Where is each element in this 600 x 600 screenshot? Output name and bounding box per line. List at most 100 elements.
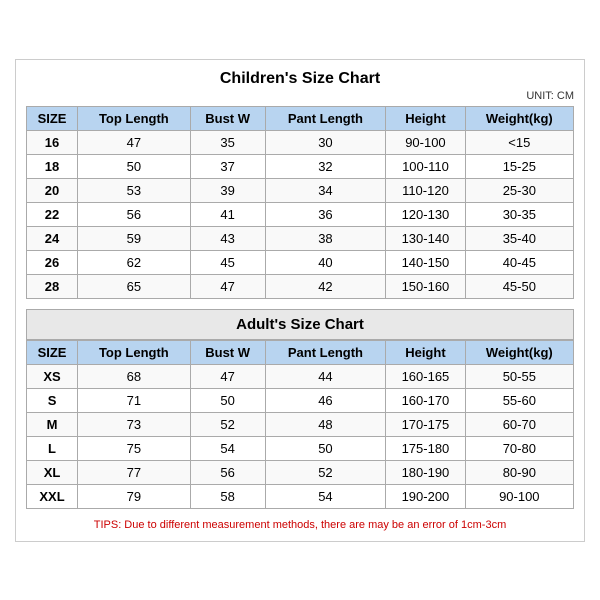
data-cell: 43 (190, 226, 265, 250)
size-cell: 26 (27, 250, 78, 274)
data-cell: 77 (78, 460, 191, 484)
data-cell: <15 (465, 130, 573, 154)
data-cell: 47 (78, 130, 191, 154)
adult-col-top-length: Top Length (78, 340, 191, 364)
data-cell: 52 (265, 460, 386, 484)
data-cell: 36 (265, 202, 386, 226)
data-cell: 100-110 (386, 154, 465, 178)
adult-table-body: XS684744160-16550-55S715046160-17055-60M… (27, 364, 574, 508)
data-cell: 70-80 (465, 436, 573, 460)
adult-header-row: SIZETop LengthBust WPant LengthHeightWei… (27, 340, 574, 364)
data-cell: 15-25 (465, 154, 573, 178)
data-cell: 47 (190, 364, 265, 388)
data-cell: 53 (78, 178, 191, 202)
size-cell: 18 (27, 154, 78, 178)
data-cell: 54 (265, 484, 386, 508)
table-row: 26624540140-15040-45 (27, 250, 574, 274)
table-row: XXL795854190-20090-100 (27, 484, 574, 508)
data-cell: 190-200 (386, 484, 465, 508)
table-row: 28654742150-16045-50 (27, 274, 574, 298)
data-cell: 150-160 (386, 274, 465, 298)
data-cell: 40-45 (465, 250, 573, 274)
children-header-row: SIZETop LengthBust WPant LengthHeightWei… (27, 106, 574, 130)
data-cell: 50 (190, 388, 265, 412)
size-cell: 28 (27, 274, 78, 298)
data-cell: 58 (190, 484, 265, 508)
data-cell: 90-100 (386, 130, 465, 154)
data-cell: 45 (190, 250, 265, 274)
children-col-bust-w: Bust W (190, 106, 265, 130)
size-cell: 20 (27, 178, 78, 202)
tips-text: TIPS: Due to different measurement metho… (26, 519, 574, 531)
adult-col-bust-w: Bust W (190, 340, 265, 364)
children-size-table: SIZETop LengthBust WPant LengthHeightWei… (26, 106, 574, 299)
data-cell: 37 (190, 154, 265, 178)
data-cell: 42 (265, 274, 386, 298)
table-row: 22564136120-13030-35 (27, 202, 574, 226)
table-row: S715046160-17055-60 (27, 388, 574, 412)
children-table-header: SIZETop LengthBust WPant LengthHeightWei… (27, 106, 574, 130)
children-chart-title: Children's Size Chart (26, 70, 574, 88)
data-cell: 130-140 (386, 226, 465, 250)
data-cell: 44 (265, 364, 386, 388)
data-cell: 40 (265, 250, 386, 274)
data-cell: 110-120 (386, 178, 465, 202)
data-cell: 54 (190, 436, 265, 460)
data-cell: 160-170 (386, 388, 465, 412)
data-cell: 120-130 (386, 202, 465, 226)
data-cell: 50-55 (465, 364, 573, 388)
size-cell: S (27, 388, 78, 412)
data-cell: 45-50 (465, 274, 573, 298)
data-cell: 35-40 (465, 226, 573, 250)
data-cell: 60-70 (465, 412, 573, 436)
data-cell: 68 (78, 364, 191, 388)
table-row: L755450175-18070-80 (27, 436, 574, 460)
size-cell: 16 (27, 130, 78, 154)
data-cell: 75 (78, 436, 191, 460)
data-cell: 38 (265, 226, 386, 250)
size-cell: 22 (27, 202, 78, 226)
data-cell: 55-60 (465, 388, 573, 412)
data-cell: 30 (265, 130, 386, 154)
data-cell: 160-165 (386, 364, 465, 388)
data-cell: 71 (78, 388, 191, 412)
adult-size-table: SIZETop LengthBust WPant LengthHeightWei… (26, 340, 574, 509)
children-col-height: Height (386, 106, 465, 130)
adult-col-size: SIZE (27, 340, 78, 364)
table-row: 18503732100-11015-25 (27, 154, 574, 178)
table-row: 1647353090-100<15 (27, 130, 574, 154)
size-cell: 24 (27, 226, 78, 250)
size-cell: M (27, 412, 78, 436)
data-cell: 34 (265, 178, 386, 202)
size-cell: XS (27, 364, 78, 388)
data-cell: 46 (265, 388, 386, 412)
adult-col-weightkg: Weight(kg) (465, 340, 573, 364)
data-cell: 180-190 (386, 460, 465, 484)
data-cell: 175-180 (386, 436, 465, 460)
data-cell: 90-100 (465, 484, 573, 508)
size-cell: L (27, 436, 78, 460)
adult-col-height: Height (386, 340, 465, 364)
data-cell: 65 (78, 274, 191, 298)
children-col-weightkg: Weight(kg) (465, 106, 573, 130)
data-cell: 39 (190, 178, 265, 202)
adult-col-pant-length: Pant Length (265, 340, 386, 364)
children-col-pant-length: Pant Length (265, 106, 386, 130)
data-cell: 35 (190, 130, 265, 154)
data-cell: 80-90 (465, 460, 573, 484)
table-row: XL775652180-19080-90 (27, 460, 574, 484)
unit-label: UNIT: CM (26, 90, 574, 102)
children-table-body: 1647353090-100<1518503732100-11015-25205… (27, 130, 574, 298)
size-cell: XXL (27, 484, 78, 508)
data-cell: 48 (265, 412, 386, 436)
data-cell: 47 (190, 274, 265, 298)
data-cell: 62 (78, 250, 191, 274)
data-cell: 41 (190, 202, 265, 226)
data-cell: 73 (78, 412, 191, 436)
size-chart-container: Children's Size Chart UNIT: CM SIZETop L… (15, 59, 585, 542)
children-col-size: SIZE (27, 106, 78, 130)
data-cell: 56 (190, 460, 265, 484)
adult-table-header: SIZETop LengthBust WPant LengthHeightWei… (27, 340, 574, 364)
data-cell: 25-30 (465, 178, 573, 202)
data-cell: 52 (190, 412, 265, 436)
